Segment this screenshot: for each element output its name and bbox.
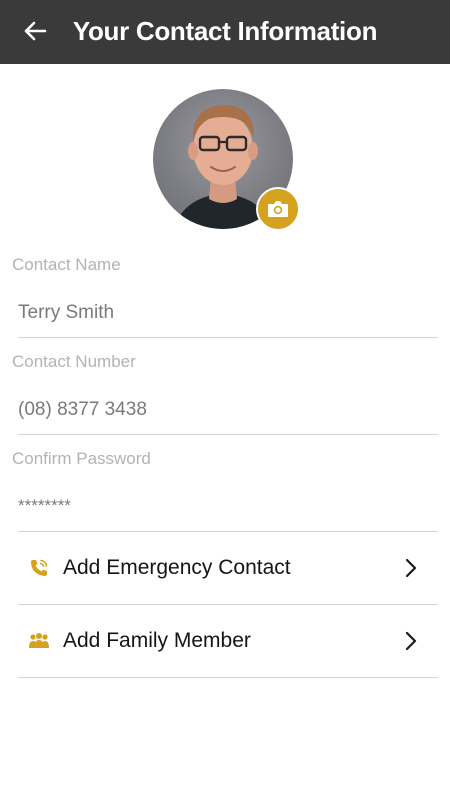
contact-name-label: Contact Name — [12, 255, 121, 274]
contact-number-label: Contact Number — [12, 352, 136, 371]
divider — [18, 677, 438, 678]
arrow-left-icon — [24, 21, 47, 41]
add-emergency-contact-button[interactable]: Add Emergency Contact — [18, 532, 438, 604]
family-icon — [28, 630, 50, 652]
contact-number-input[interactable] — [18, 390, 438, 430]
change-photo-button[interactable] — [256, 187, 300, 231]
back-button[interactable] — [18, 14, 52, 48]
add-family-member-label: Add Family Member — [63, 629, 251, 652]
divider — [18, 337, 438, 338]
phone-icon — [28, 557, 50, 579]
add-emergency-contact-label: Add Emergency Contact — [63, 556, 291, 579]
divider — [18, 434, 438, 435]
confirm-password-label: Confirm Password — [12, 449, 151, 468]
confirm-password-input[interactable] — [18, 486, 438, 526]
page-title: Your Contact Information — [72, 16, 378, 46]
chevron-right-icon — [405, 558, 417, 578]
profile-photo-container — [153, 89, 300, 231]
app-header: Your Contact Information — [0, 0, 450, 64]
add-family-member-button[interactable]: Add Family Member — [18, 605, 438, 677]
contact-name-input[interactable] — [18, 293, 438, 333]
camera-icon — [268, 201, 288, 217]
chevron-right-icon — [405, 631, 417, 651]
